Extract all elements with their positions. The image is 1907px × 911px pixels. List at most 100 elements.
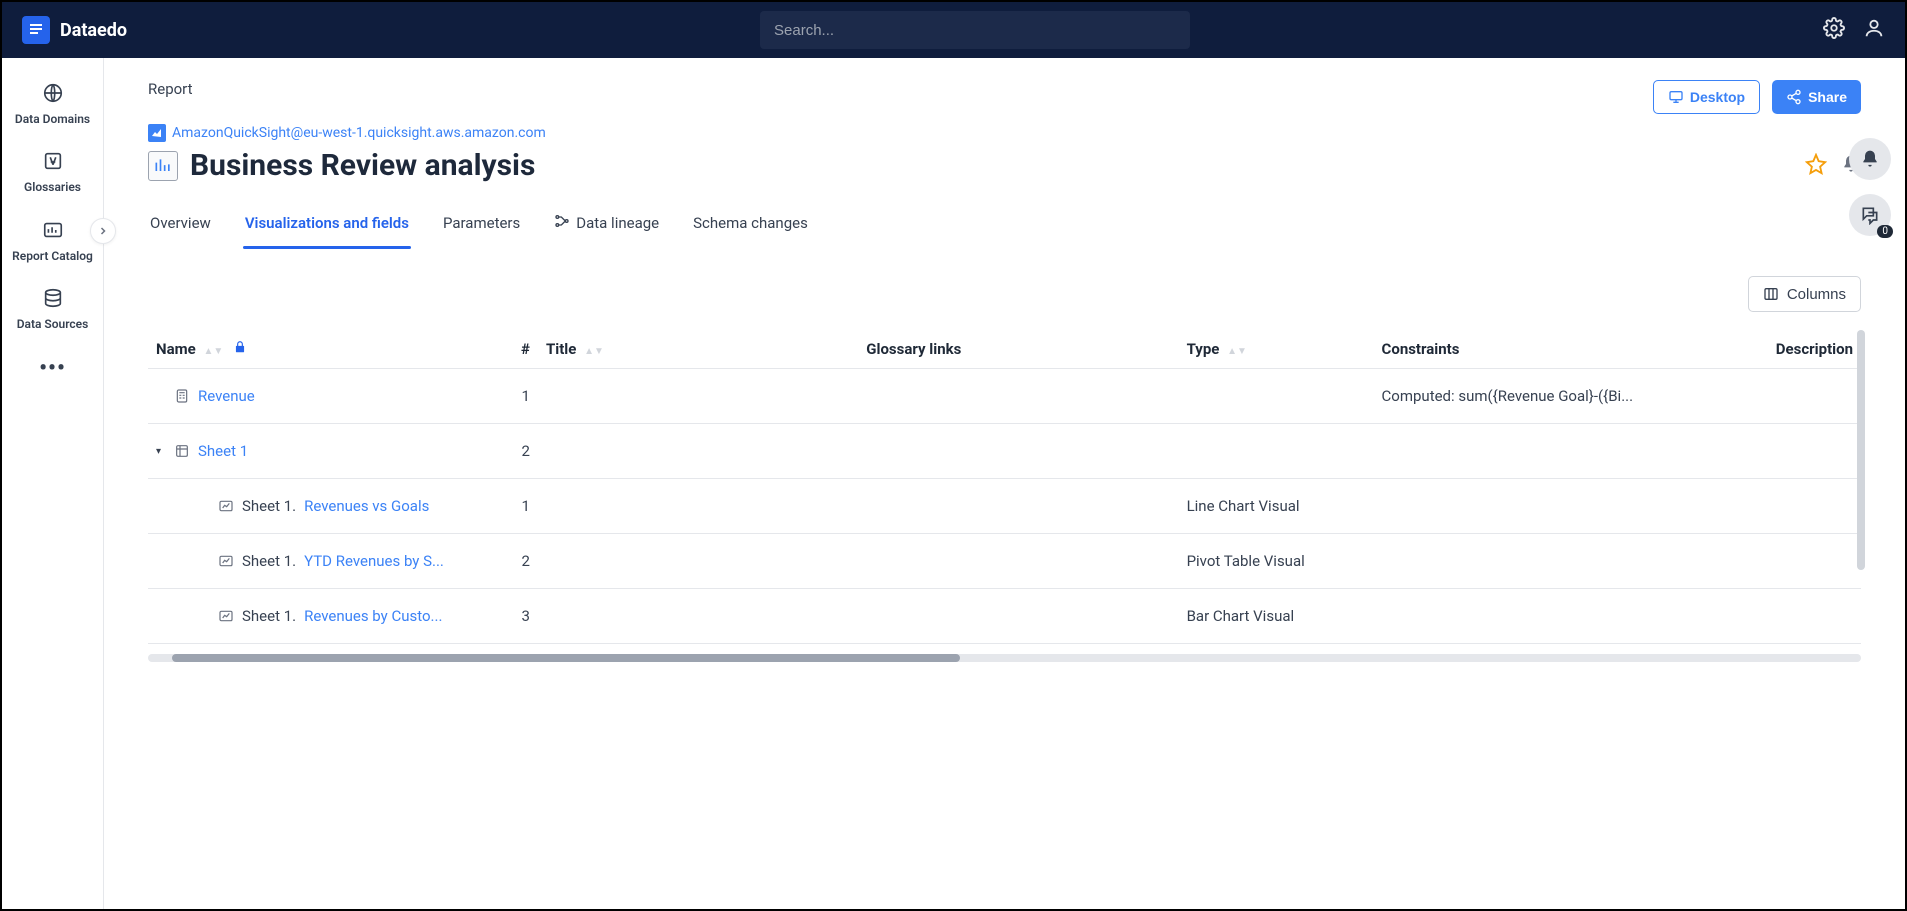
row-type-icon [218,608,234,624]
tab-parameters[interactable]: Parameters [441,205,522,249]
column-header-label: Type [1187,340,1220,358]
column-header-title[interactable]: Title ▲▼ [538,330,858,369]
table-row[interactable]: Sheet 1. Revenues by Custo...3Bar Chart … [148,589,1861,644]
column-header-label: Name [156,340,196,358]
row-title [538,534,858,589]
row-prefix: Sheet 1. [242,607,296,625]
vertical-scrollbar[interactable] [1857,330,1865,570]
row-link[interactable]: Revenues by Custo... [304,607,442,625]
sidebar-item-data-domains[interactable]: Data Domains [9,76,96,132]
row-glossary [858,424,1178,479]
row-description [1708,369,1861,424]
columns-button[interactable]: Columns [1748,276,1861,312]
table-row[interactable]: Sheet 1. YTD Revenues by S...2Pivot Tabl… [148,534,1861,589]
row-number: 1 [468,479,538,534]
logo[interactable]: Dataedo [22,16,127,44]
row-link[interactable]: Sheet 1 [198,442,248,460]
row-constraints: Computed: sum({Revenue Goal}-({Bi... [1374,369,1708,424]
topbar: Dataedo [2,2,1905,58]
sidebar-item-report-catalog[interactable]: Report Catalog [6,213,99,269]
row-number: 2 [468,424,538,479]
page-title: Business Review analysis [190,148,535,183]
row-title [538,369,858,424]
column-header-glossary[interactable]: Glossary links [858,330,1178,369]
row-type-icon [218,498,234,514]
notifications-float-button[interactable] [1849,138,1891,180]
lineage-icon [554,213,570,233]
search-input[interactable] [774,22,1176,39]
share-button[interactable]: Share [1772,80,1861,114]
row-prefix: Sheet 1. [242,497,296,515]
column-header-label: Description [1776,340,1853,358]
page-type: Report [148,80,193,98]
database-icon [42,287,64,313]
source-icon [148,124,166,142]
column-header-label: Title [546,340,576,358]
sidebar-more[interactable]: ••• [39,356,66,381]
sort-icon: ▲▼ [203,349,223,355]
row-type: Line Chart Visual [1179,479,1374,534]
row-link[interactable]: Revenues vs Goals [304,497,429,515]
tab-data-lineage[interactable]: Data lineage [552,205,661,249]
row-number: 3 [468,589,538,644]
row-title [538,589,858,644]
row-constraints [1374,424,1708,479]
desktop-button[interactable]: Desktop [1653,80,1760,114]
row-glossary [858,369,1178,424]
row-type-icon [174,388,190,404]
column-header-label: Glossary links [866,340,961,358]
sidebar-item-label: Data Sources [17,317,89,331]
search-box[interactable] [760,11,1190,49]
content: Report Desktop Share AmazonQuickSight@eu… [104,58,1905,909]
row-constraints [1374,479,1708,534]
column-header-number[interactable]: # [468,330,538,369]
table: Name ▲▼ # Title ▲▼ Glossary links [148,330,1861,662]
row-link[interactable]: YTD Revenues by S... [304,552,444,570]
sidebar-item-glossaries[interactable]: Glossaries [18,144,87,200]
row-glossary [858,479,1178,534]
lock-icon[interactable] [233,340,247,358]
sidebar-item-label: Data Domains [15,112,90,126]
settings-icon[interactable] [1823,17,1845,43]
row-description [1708,424,1861,479]
row-type [1179,369,1374,424]
row-constraints [1374,534,1708,589]
sidebar-item-data-sources[interactable]: Data Sources [11,281,95,337]
horizontal-scrollbar-thumb[interactable] [172,654,960,662]
row-number: 2 [468,534,538,589]
row-link[interactable]: Revenue [198,387,255,405]
row-title [538,424,858,479]
sort-icon: ▲▼ [584,349,604,355]
row-glossary [858,589,1178,644]
table-row[interactable]: Revenue 1 Computed: sum({Revenue Goal}-({B… [148,369,1861,424]
row-number: 1 [468,369,538,424]
favorite-button[interactable] [1805,153,1827,179]
column-header-name[interactable]: Name ▲▼ [148,330,468,369]
tab-overview[interactable]: Overview [148,205,213,249]
row-glossary [858,534,1178,589]
logo-icon [22,16,50,44]
row-description [1708,589,1861,644]
horizontal-scrollbar[interactable] [148,654,1861,662]
table-row[interactable]: Sheet 1. Revenues vs Goals 1 Line Chart Vi… [148,479,1861,534]
tab-label: Parameters [443,214,520,232]
tab-schema-changes[interactable]: Schema changes [691,205,810,249]
table-row[interactable]: ▾ Sheet 1 2 [148,424,1861,479]
tab-label: Overview [150,214,211,232]
column-header-description[interactable]: Description [1708,330,1861,369]
row-toggle[interactable]: ▾ [156,446,166,457]
breadcrumb-link[interactable]: AmazonQuickSight@eu-west-1.quicksight.aw… [172,125,546,141]
tabs: Overview Visualizations and fields Param… [148,205,1861,250]
logo-text: Dataedo [60,20,127,41]
user-icon[interactable] [1863,17,1885,43]
row-description [1708,534,1861,589]
tab-visualizations-fields[interactable]: Visualizations and fields [243,205,411,249]
comments-badge: 0 [1877,225,1893,238]
column-header-label: Constraints [1382,340,1460,358]
comments-float-button[interactable]: 0 [1849,194,1891,236]
column-header-constraints[interactable]: Constraints [1374,330,1708,369]
column-header-type[interactable]: Type ▲▼ [1179,330,1374,369]
sidebar-item-label: Report Catalog [12,249,93,263]
row-type-icon [174,443,190,459]
tab-label: Data lineage [576,214,659,232]
